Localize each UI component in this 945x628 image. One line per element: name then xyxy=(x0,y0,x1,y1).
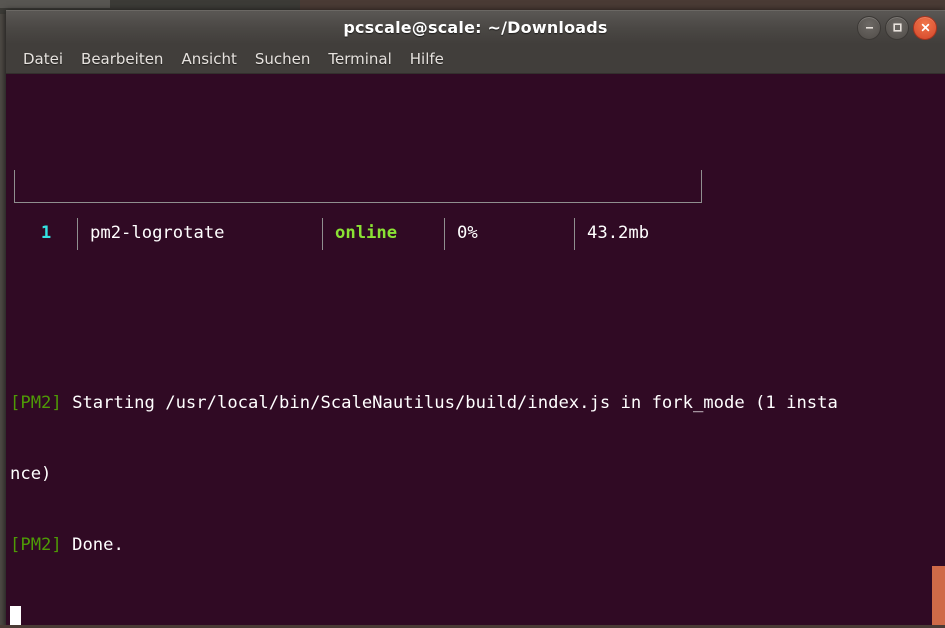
window-title: pcscale@scale: ~/Downloads xyxy=(343,18,608,37)
pm2-log-line: [PM2] Done. xyxy=(10,534,945,558)
menu-item-hilfe[interactable]: Hilfe xyxy=(401,48,453,70)
background-window-fragment xyxy=(0,0,110,8)
terminal-window: pcscale@scale: ~/Downloads Datei Bearbei… xyxy=(6,10,945,628)
terminal-output[interactable]: 1 pm2-logrotate online 0% 43.2mb [PM2] S… xyxy=(6,74,945,628)
pm2-tag: [PM2] xyxy=(10,534,62,555)
close-icon xyxy=(921,23,929,32)
menu-item-datei[interactable]: Datei xyxy=(14,48,72,70)
maximize-button[interactable] xyxy=(885,15,909,40)
pm2-tag: [PM2] xyxy=(10,393,62,414)
pm2-log-line-wrap: nce) xyxy=(10,463,945,487)
maximize-icon xyxy=(892,23,902,32)
minimize-icon xyxy=(865,27,873,29)
pm2-log-line: [PM2] Starting /usr/local/bin/ScaleNauti… xyxy=(10,392,945,416)
cell-status: online xyxy=(322,217,444,250)
cell-id: 1 xyxy=(40,222,52,243)
menu-item-bearbeiten[interactable]: Bearbeiten xyxy=(72,48,172,70)
window-titlebar[interactable]: pcscale@scale: ~/Downloads xyxy=(6,10,945,44)
cell-cpu: 0% xyxy=(444,217,574,250)
pm2-text: Starting /usr/local/bin/ScaleNautilus/bu… xyxy=(61,393,838,414)
menu-item-suchen[interactable]: Suchen xyxy=(246,48,320,70)
menu-item-ansicht[interactable]: Ansicht xyxy=(172,48,245,70)
table-row: 1 pm2-logrotate online 0% 43.2mb xyxy=(15,217,701,250)
cell-name: pm2-logrotate xyxy=(77,217,322,250)
terminal-scrollbar-thumb[interactable] xyxy=(932,566,945,628)
pm2-text: nce) xyxy=(10,463,52,484)
cell-memory: 43.2mb xyxy=(574,217,701,250)
minimize-button[interactable] xyxy=(857,15,881,40)
menubar: Datei Bearbeiten Ansicht Suchen Terminal… xyxy=(6,44,945,74)
menu-item-terminal[interactable]: Terminal xyxy=(319,48,400,70)
window-controls xyxy=(857,11,937,44)
pm2-text: Done. xyxy=(61,534,124,555)
close-button[interactable] xyxy=(913,15,937,40)
pm2-table-scrolled: 1 pm2-logrotate online 0% 43.2mb xyxy=(14,170,702,250)
